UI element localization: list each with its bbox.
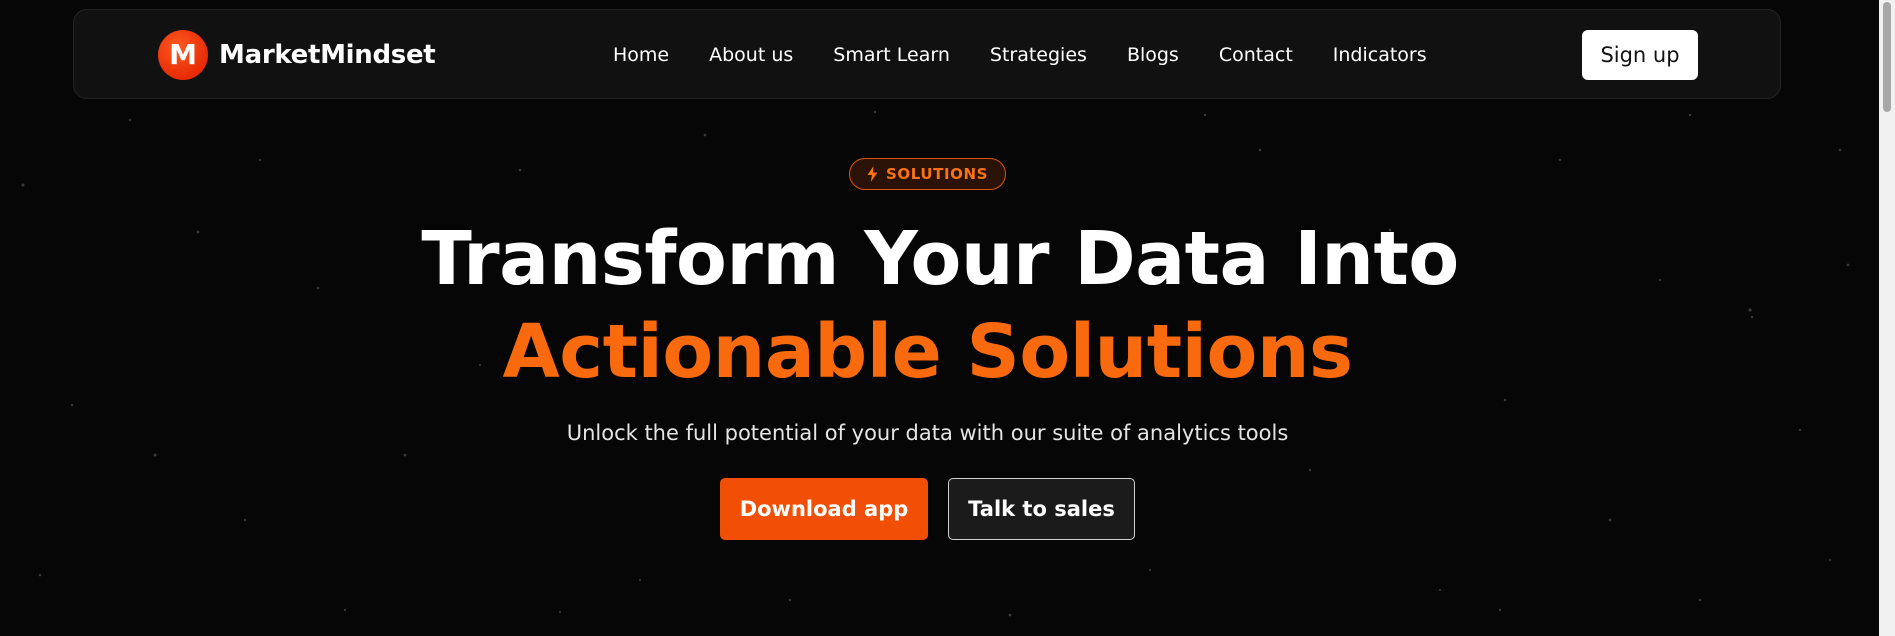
lightning-bolt-icon	[867, 166, 878, 182]
landing-page: M MarketMindset Home About us Smart Lear…	[0, 0, 1895, 636]
nav-link-smart-learn[interactable]: Smart Learn	[833, 40, 950, 70]
nav-link-strategies[interactable]: Strategies	[990, 40, 1087, 70]
solutions-badge: SOLUTIONS	[849, 158, 1006, 190]
scrollbar-thumb[interactable]	[1883, 2, 1891, 112]
badge-label: SOLUTIONS	[885, 165, 989, 183]
nav-link-blogs[interactable]: Blogs	[1127, 40, 1179, 70]
brand-name: MarketMindset	[219, 40, 436, 70]
hero-subtitle: Unlock the full potential of your data w…	[566, 421, 1289, 445]
nav-link-contact[interactable]: Contact	[1219, 40, 1293, 70]
talk-to-sales-button[interactable]: Talk to sales	[948, 478, 1135, 540]
brand[interactable]: M MarketMindset	[158, 30, 436, 80]
sign-up-button[interactable]: Sign up	[1582, 30, 1698, 80]
top-navbar: M MarketMindset Home About us Smart Lear…	[73, 9, 1781, 99]
hero-headline: Transform Your Data Into	[421, 216, 1459, 302]
nav-link-home[interactable]: Home	[613, 40, 669, 70]
download-app-button[interactable]: Download app	[720, 478, 928, 540]
nav-link-about-us[interactable]: About us	[709, 40, 793, 70]
nav-link-indicators[interactable]: Indicators	[1333, 40, 1427, 70]
hero-headline-accent: Actionable Solutions	[502, 309, 1353, 395]
nav-links: Home About us Smart Learn Strategies Blo…	[613, 40, 1467, 70]
page-scrollbar[interactable]	[1879, 0, 1895, 636]
brand-logo-icon: M	[158, 30, 208, 80]
